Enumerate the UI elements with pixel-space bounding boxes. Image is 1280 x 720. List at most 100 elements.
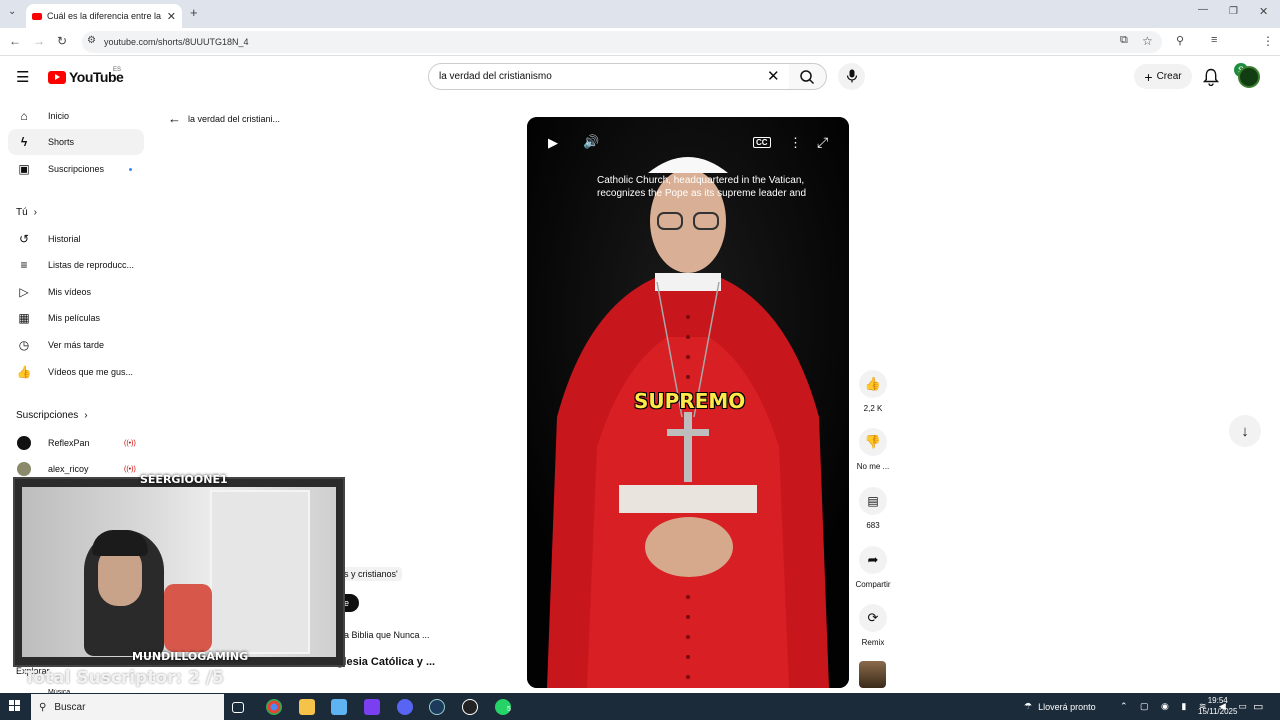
- forward-nav-icon[interactable]: →: [33, 34, 45, 48]
- arrow-down-icon: ↓: [1241, 422, 1249, 440]
- sidebar-item-me-gusta[interactable]: 👍 Vídeos que me gus...: [8, 359, 144, 385]
- youtube-favicon-icon: [32, 12, 42, 20]
- install-icon[interactable]: ⧉: [1120, 34, 1128, 47]
- reading-list-icon[interactable]: ≡: [1211, 34, 1217, 46]
- create-button[interactable]: + Crear: [1134, 64, 1192, 89]
- back-nav-icon[interactable]: ←: [9, 34, 21, 48]
- taskbar-search-box[interactable]: ⚲ Buscar: [31, 694, 224, 720]
- reload-icon[interactable]: ↻: [57, 34, 67, 48]
- notifications-icon[interactable]: ▭: [1253, 700, 1263, 713]
- webcam-shelf: [210, 490, 310, 654]
- active-tab[interactable]: Cuál es la diferencia entre la Ig ✕: [26, 4, 182, 28]
- app-icon-4[interactable]: [364, 699, 380, 715]
- app-icon-7[interactable]: [462, 699, 478, 715]
- fullscreen-icon[interactable]: ⤢: [817, 134, 828, 151]
- rain-cloud-icon: ☂: [1024, 701, 1033, 711]
- browser-tab-strip: ⌄ Cuál es la diferencia entre la Ig ✕ + …: [0, 0, 1280, 28]
- subscriptions-section-heading[interactable]: Suscripciones ›: [16, 410, 88, 421]
- close-window-icon[interactable]: ✕: [1259, 5, 1268, 18]
- next-short-button[interactable]: ↓: [1229, 415, 1261, 447]
- close-tab-icon[interactable]: ✕: [167, 10, 176, 23]
- captions-icon[interactable]: CC: [753, 137, 771, 148]
- tab-list-icon[interactable]: ⌄: [8, 6, 16, 17]
- clock-time: 19:54: [1207, 696, 1228, 705]
- dislike-label: No me ...: [856, 462, 890, 471]
- like-count: 2,2 K: [863, 404, 883, 413]
- video-subtitle-word: SUPREMO: [634, 389, 746, 413]
- chevron-right-icon: ›: [84, 410, 88, 421]
- you-section-heading[interactable]: Tú ›: [16, 207, 37, 218]
- extensions-icon[interactable]: ⚲: [1176, 34, 1184, 47]
- sidebar-item-historial[interactable]: ↺ Historial: [8, 226, 144, 252]
- you-heading-label: Tú: [16, 207, 28, 218]
- arrow-left-icon: ←: [168, 111, 181, 126]
- search-button[interactable]: [789, 63, 827, 90]
- related-title-1[interactable]: a Biblia que Nunca ...: [344, 630, 430, 640]
- voice-search-button[interactable]: [838, 63, 865, 90]
- subscriber-counter-overlay: Total Suscriptor: 2 /5: [24, 668, 224, 688]
- create-label: Crear: [1156, 71, 1182, 82]
- sidebar-item-label: Historial: [48, 234, 81, 244]
- new-tab-icon[interactable]: +: [190, 5, 198, 20]
- taskbar-search-label: Buscar: [54, 701, 86, 713]
- file-explorer-icon[interactable]: [299, 699, 315, 715]
- audio-source-thumbnail[interactable]: [859, 661, 886, 688]
- like-button[interactable]: 👍: [859, 370, 887, 398]
- sidebar-item-suscripciones[interactable]: ▣ Suscripciones: [8, 156, 144, 182]
- share-icon: ➦: [867, 552, 879, 567]
- share-button[interactable]: ➦: [859, 546, 887, 574]
- notifications-bell-icon[interactable]: [1203, 68, 1219, 86]
- sidebar-item-mis-peliculas[interactable]: ▦ Mis películas: [8, 305, 144, 331]
- weather-widget[interactable]: ☂ Lloverá pronto: [1024, 701, 1096, 712]
- sidebar-item-ver-mas-tarde[interactable]: ◷ Ver más tarde: [8, 332, 144, 358]
- maximize-icon[interactable]: ❐: [1229, 6, 1238, 17]
- webcam-hair: [92, 530, 148, 556]
- clear-search-icon[interactable]: ✕: [767, 67, 780, 85]
- taskbar-clock[interactable]: 19:54 15/11/2025: [1198, 695, 1237, 717]
- sidebar-item-label: Inicio: [48, 111, 70, 121]
- back-to-search-link[interactable]: ← la verdad del cristiani...: [168, 111, 280, 126]
- hamburger-menu-icon[interactable]: ☰: [16, 68, 29, 86]
- sidebar-item-label: Ver más tarde: [48, 340, 105, 350]
- whatsapp-badge: 5: [507, 706, 511, 713]
- more-options-icon[interactable]: ⋮: [789, 135, 802, 151]
- live-indicator-icon: ((•)): [124, 439, 136, 447]
- dislike-button[interactable]: 👎: [859, 428, 887, 456]
- steam-icon[interactable]: [429, 699, 445, 715]
- microphone-icon: [846, 69, 858, 83]
- channel-name: ReflexPan: [48, 438, 90, 448]
- task-view-icon[interactable]: [232, 702, 244, 713]
- home-icon: ⌂: [20, 109, 28, 123]
- discord-icon[interactable]: [397, 699, 413, 715]
- comments-button[interactable]: ▤: [859, 487, 887, 515]
- sidebar-item-inicio[interactable]: ⌂ Inicio: [8, 103, 144, 129]
- user-avatar[interactable]: [1238, 66, 1260, 88]
- thumbs-down-icon: 👎: [864, 434, 882, 449]
- weather-text: Lloverá pronto: [1038, 701, 1096, 712]
- windows-start-icon[interactable]: [9, 700, 21, 712]
- url-text: youtube.com/shorts/8UUUTG18N_4: [104, 37, 249, 47]
- new-content-dot: [129, 168, 132, 171]
- remix-button[interactable]: ⟳: [859, 604, 887, 632]
- chrome-taskbar-icon[interactable]: [266, 699, 282, 715]
- sidebar-item-label: Mis películas: [48, 313, 101, 323]
- watch-later-icon: ◷: [18, 338, 30, 352]
- minimize-icon[interactable]: —: [1198, 4, 1208, 15]
- app-icon-3[interactable]: [331, 699, 347, 715]
- shorts-icon: ϟ: [20, 135, 28, 149]
- play-icon[interactable]: ▶: [548, 135, 558, 151]
- sidebar-channel-reflexpan[interactable]: ReflexPan ((•)): [8, 430, 144, 456]
- movies-icon: ▦: [18, 311, 30, 325]
- browser-menu-icon[interactable]: ⋮: [1262, 34, 1274, 48]
- channel-name: alex_ricoy: [48, 464, 89, 474]
- bookmark-star-icon[interactable]: ☆: [1142, 34, 1153, 48]
- logo-country-code: ES: [113, 67, 122, 73]
- volume-icon[interactable]: 🔊: [583, 134, 599, 150]
- live-indicator-icon: ((•)): [124, 465, 136, 473]
- back-label: la verdad del cristiani...: [188, 113, 281, 124]
- sidebar-item-listas[interactable]: ≡ Listas de reproducc...: [8, 252, 144, 278]
- clock-date: 15/11/2025: [1198, 707, 1238, 716]
- site-info-icon[interactable]: ⚙: [87, 35, 96, 46]
- sidebar-item-mis-videos[interactable]: ▷ Mis vídeos: [8, 279, 144, 305]
- sidebar-item-shorts[interactable]: ϟ Shorts: [8, 129, 144, 155]
